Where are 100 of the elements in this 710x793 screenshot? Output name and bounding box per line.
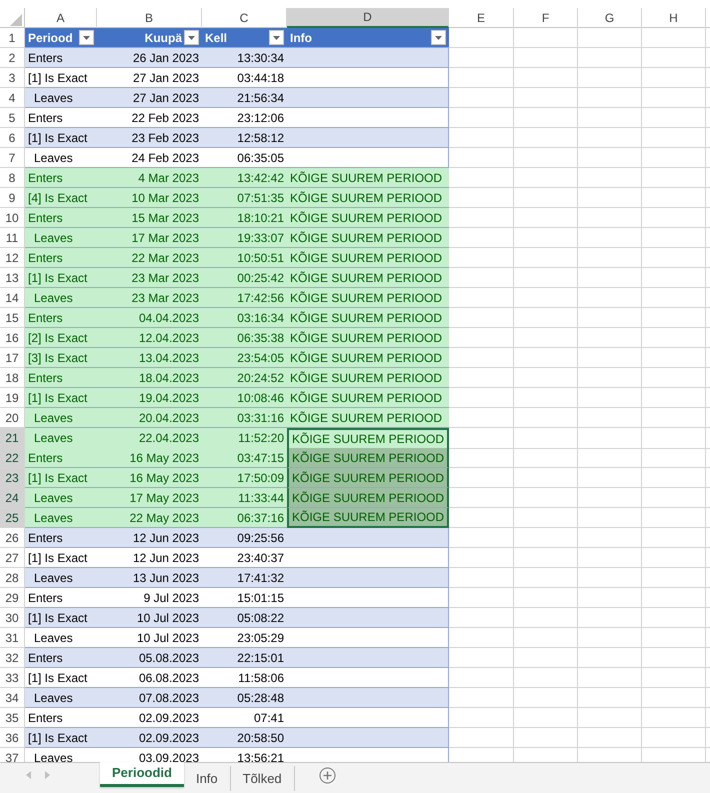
column-title: Kell xyxy=(205,30,228,46)
empty-cell xyxy=(642,248,706,268)
table-cell: KÕIGE SUUREM PERIOOD xyxy=(287,328,449,348)
empty-cell xyxy=(514,188,578,208)
empty-cell xyxy=(578,408,642,428)
column-header[interactable]: D xyxy=(287,8,449,28)
table-cell: KÕIGE SUUREM PERIOOD xyxy=(287,428,449,449)
filter-dropdown-button[interactable] xyxy=(184,30,199,45)
empty-cell xyxy=(514,328,578,348)
table-cell: Leaves xyxy=(25,428,97,449)
table-cell: KÕIGE SUUREM PERIOOD xyxy=(287,448,449,468)
table-cell: KÕIGE SUUREM PERIOOD xyxy=(287,488,449,508)
column-header[interactable]: E xyxy=(449,8,514,28)
table-cell: Enters xyxy=(25,48,97,68)
empty-cell xyxy=(578,328,642,348)
table-cell: [1] Is Exact xyxy=(25,268,97,288)
table-cell: Enters xyxy=(25,368,97,388)
table-cell: 11:33:44 xyxy=(202,488,287,508)
table-cell: 17 May 2023 xyxy=(97,488,202,508)
empty-cell xyxy=(642,68,706,88)
table-cell: KÕIGE SUUREM PERIOOD xyxy=(287,388,449,408)
empty-cell xyxy=(642,128,706,148)
add-sheet-icon[interactable] xyxy=(318,767,336,784)
table-cell: 10 Mar 2023 xyxy=(97,188,202,208)
table-cell: KÕIGE SUUREM PERIOOD xyxy=(287,288,449,308)
column-header[interactable]: G xyxy=(578,8,642,28)
table-cell: 10:08:46 xyxy=(202,388,287,408)
table-cell: Enters xyxy=(25,648,97,668)
table-cell: 05.08.2023 xyxy=(97,648,202,668)
empty-cell xyxy=(578,488,642,508)
table-cell: 26 Jan 2023 xyxy=(97,48,202,68)
empty-cell xyxy=(514,148,578,168)
table-cell: 15 Mar 2023 xyxy=(97,208,202,228)
table-cell: Leaves xyxy=(25,228,97,248)
table-cell: 12.04.2023 xyxy=(97,328,202,348)
empty-cell xyxy=(514,688,578,708)
table-cell: Enters xyxy=(25,248,97,268)
table-cell: [1] Is Exact xyxy=(25,728,97,748)
empty-cell xyxy=(578,248,642,268)
empty-cell xyxy=(578,48,642,68)
table-cell: KÕIGE SUUREM PERIOOD xyxy=(287,368,449,388)
empty-cell xyxy=(642,708,706,728)
table-cell: KÕIGE SUUREM PERIOOD xyxy=(287,188,449,208)
empty-cell xyxy=(514,28,578,48)
sheet-tab[interactable]: Perioodid xyxy=(100,762,184,787)
empty-cell xyxy=(514,268,578,288)
table-cell: KÕIGE SUUREM PERIOOD xyxy=(287,248,449,268)
table-cell: Enters xyxy=(25,308,97,328)
table-cell: 06:35:38 xyxy=(202,328,287,348)
table-cell: 06:37:16 xyxy=(202,508,287,528)
sheet-tab[interactable]: Info xyxy=(184,766,231,791)
row-number: 23 xyxy=(0,468,25,488)
empty-cell xyxy=(642,728,706,748)
column-title: Periood xyxy=(28,30,73,46)
table-cell: 03:47:15 xyxy=(202,448,287,468)
empty-cell xyxy=(578,208,642,228)
empty-cell xyxy=(578,228,642,248)
filter-dropdown-button[interactable] xyxy=(79,30,94,45)
column-header[interactable]: F xyxy=(514,8,578,28)
empty-cell xyxy=(642,668,706,688)
table-cell: 07.08.2023 xyxy=(97,688,202,708)
table-cell: Leaves xyxy=(25,288,97,308)
empty-cell xyxy=(642,208,706,228)
empty-cell xyxy=(514,628,578,648)
empty-cell xyxy=(514,208,578,228)
empty-cell xyxy=(642,648,706,668)
table-cell: 17 Mar 2023 xyxy=(97,228,202,248)
empty-cell xyxy=(578,168,642,188)
empty-cell xyxy=(578,588,642,608)
empty-cell xyxy=(578,528,642,548)
empty-cell xyxy=(578,348,642,368)
table-cell: KÕIGE SUUREM PERIOOD xyxy=(287,208,449,228)
empty-cell xyxy=(642,28,706,48)
empty-cell xyxy=(642,368,706,388)
column-header[interactable]: H xyxy=(642,8,706,28)
table-cell: 23 Feb 2023 xyxy=(97,128,202,148)
table-cell: KÕIGE SUUREM PERIOOD xyxy=(287,168,449,188)
table-cell: 22 Mar 2023 xyxy=(97,248,202,268)
table-cell: KÕIGE SUUREM PERIOOD xyxy=(287,408,449,428)
table-cell: 10 Jul 2023 xyxy=(97,608,202,628)
table-cell: 21:56:34 xyxy=(202,88,287,108)
filter-dropdown-button[interactable] xyxy=(431,30,446,45)
empty-cell xyxy=(578,608,642,628)
empty-cell xyxy=(578,68,642,88)
table-cell: 05:08:22 xyxy=(202,608,287,628)
table-cell: Leaves xyxy=(25,88,97,108)
table-cell: 18:10:21 xyxy=(202,208,287,228)
empty-cell xyxy=(578,88,642,108)
empty-cell xyxy=(642,568,706,588)
table-cell: 20.04.2023 xyxy=(97,408,202,428)
column-title: Info xyxy=(290,30,312,46)
table-cell: 12:58:12 xyxy=(202,128,287,148)
empty-cell xyxy=(514,368,578,388)
empty-cell xyxy=(514,348,578,368)
table-cell: 18.04.2023 xyxy=(97,368,202,388)
empty-cell xyxy=(514,388,578,408)
table-cell: KÕIGE SUUREM PERIOOD xyxy=(287,228,449,248)
empty-cell xyxy=(578,148,642,168)
sheet-tab[interactable]: Tõlked xyxy=(230,766,295,791)
filter-dropdown-button[interactable] xyxy=(269,30,284,45)
